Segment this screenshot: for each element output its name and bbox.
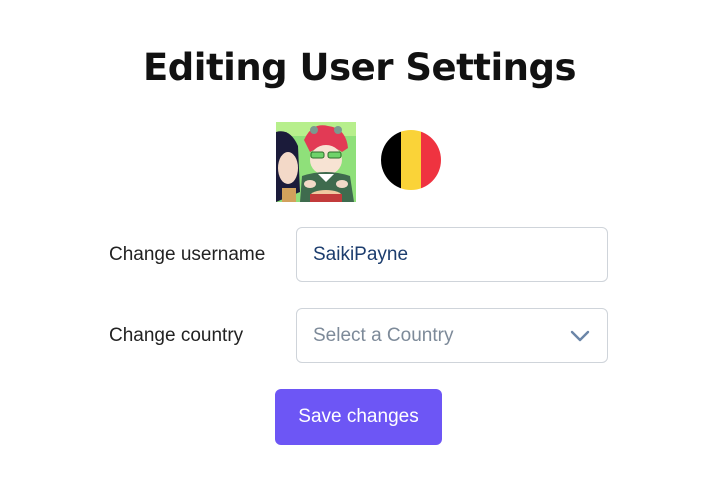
chevron-down-icon (570, 330, 590, 341)
country-placeholder: Select a Country (313, 324, 454, 346)
avatar (276, 122, 356, 202)
flag-stripe (421, 130, 441, 190)
username-label: Change username (109, 244, 266, 265)
country-select[interactable]: Select a Country (296, 308, 608, 363)
avatar-image (276, 122, 356, 202)
username-input[interactable]: SaikiPayne (296, 227, 608, 282)
flag-stripe (401, 130, 421, 190)
username-value: SaikiPayne (313, 243, 409, 265)
save-button[interactable]: Save changes (275, 389, 442, 445)
country-flag-icon (381, 130, 441, 190)
country-label: Change country (109, 325, 244, 346)
flag-stripe (381, 130, 401, 190)
page-title: Editing User Settings (143, 46, 576, 89)
